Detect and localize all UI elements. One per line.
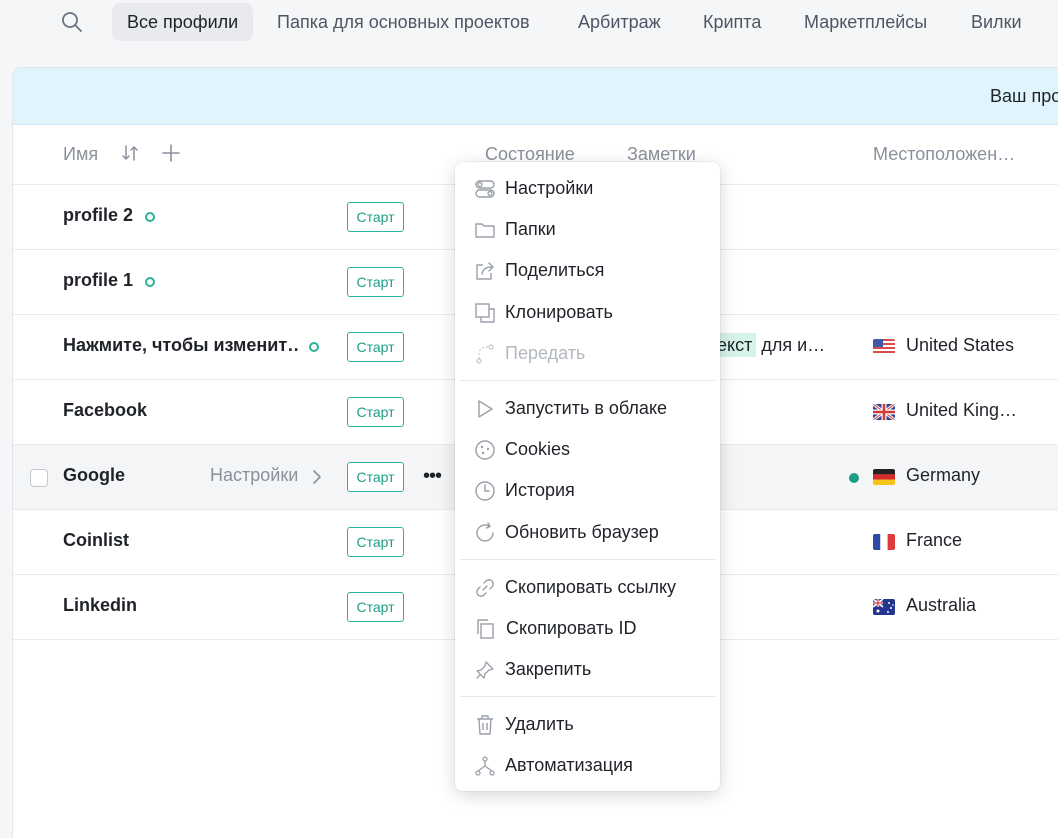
us-flag-icon <box>873 339 895 355</box>
profile-name[interactable]: profile 1 <box>63 270 133 291</box>
profile-name[interactable]: profile 2 <box>63 205 133 226</box>
play-icon <box>478 400 493 418</box>
menu-item-cookies[interactable]: Cookies <box>455 431 720 469</box>
profile-note[interactable]: текст для и… <box>705 333 826 357</box>
transfer-icon <box>476 344 494 364</box>
start-button[interactable]: Старт <box>347 397 404 427</box>
menu-item-clone[interactable]: Клонировать <box>455 294 720 332</box>
germany-flag-icon <box>873 469 895 485</box>
sort-icon[interactable] <box>120 143 140 163</box>
menu-item-label: Скопировать ссылку <box>505 577 677 597</box>
profile-name[interactable]: Coinlist <box>63 530 129 551</box>
profile-name[interactable]: Google <box>63 465 125 486</box>
menu-item-copy-id[interactable]: Скопировать ID <box>455 610 720 648</box>
row-checkbox[interactable] <box>30 469 48 487</box>
location-text: United King… <box>906 400 1018 420</box>
menu-item-label: Папки <box>505 219 556 239</box>
menu-item-transfer: Передать <box>455 335 720 373</box>
profile-tabs-bar: Все профили Папка для основных проектов … <box>0 0 1058 48</box>
menu-item-delete[interactable]: Удалить <box>455 706 720 744</box>
menu-item-update-browser[interactable]: Обновить браузер <box>455 514 720 552</box>
tab-all-profiles[interactable]: Все профили <box>112 3 254 41</box>
tab-arbitrage[interactable]: Арбитраж <box>578 3 661 41</box>
add-column-icon[interactable] <box>161 143 181 163</box>
trash-icon <box>477 715 493 735</box>
note-text: для и… <box>756 335 826 355</box>
settings-toggle-icon <box>475 180 495 198</box>
column-name[interactable]: Имя <box>63 144 98 165</box>
link-icon <box>476 579 494 597</box>
start-button[interactable]: Старт <box>347 332 404 362</box>
uk-flag-icon <box>873 404 895 420</box>
online-status-dot <box>145 212 155 222</box>
menu-item-label: Удалить <box>505 714 574 734</box>
menu-item-share[interactable]: Поделиться <box>455 252 720 290</box>
tab-marketplaces[interactable]: Маркетплейсы <box>804 3 927 41</box>
australia-flag-icon <box>873 599 895 615</box>
profile-context-menu: Настройки Папки Поделиться Клонировать П… <box>455 162 720 791</box>
location-text: United States <box>906 335 1015 355</box>
menu-item-label: Обновить браузер <box>505 522 659 542</box>
clone-icon <box>475 303 495 323</box>
start-button[interactable]: Старт <box>347 592 404 622</box>
menu-item-settings[interactable]: Настройки <box>455 170 720 208</box>
automation-icon <box>475 756 495 776</box>
profile-name[interactable]: Нажмите, чтобы изменит… <box>63 335 298 356</box>
menu-item-automation[interactable]: Автоматизация <box>455 747 720 785</box>
online-status-dot <box>145 277 155 287</box>
start-button[interactable]: Старт <box>347 462 404 492</box>
menu-divider <box>460 559 715 560</box>
search-icon[interactable] <box>61 11 83 33</box>
tab-main-projects-folder[interactable]: Папка для основных проектов <box>277 3 530 41</box>
folder-icon <box>475 223 495 238</box>
menu-item-folders[interactable]: Папки <box>455 211 720 249</box>
menu-item-run-in-cloud[interactable]: Запустить в облаке <box>455 390 720 428</box>
proxy-status-dot <box>849 473 859 483</box>
banner-text: Ваш про <box>990 86 1058 106</box>
location-text: Australia <box>906 595 977 615</box>
location-text: France <box>906 530 963 550</box>
refresh-icon <box>476 522 494 542</box>
menu-item-label: Передать <box>505 343 586 363</box>
menu-item-label: Запустить в облаке <box>505 398 668 418</box>
profile-name[interactable]: Facebook <box>63 400 147 421</box>
menu-divider <box>460 696 715 697</box>
share-icon <box>476 262 494 280</box>
location-text: Germany <box>906 465 981 485</box>
more-options-icon[interactable]: ••• <box>423 465 442 488</box>
menu-item-label: История <box>505 480 575 500</box>
tab-forks[interactable]: Вилки <box>971 3 1022 41</box>
profile-name[interactable]: Linkedin <box>63 595 137 616</box>
copy-icon <box>477 619 494 639</box>
column-location[interactable]: Местоположен… <box>873 144 1015 165</box>
row-settings-link[interactable]: Настройки <box>210 465 298 486</box>
france-flag-icon <box>873 534 895 550</box>
menu-divider <box>460 380 715 381</box>
menu-item-pin[interactable]: Закрепить <box>455 651 720 689</box>
menu-item-history[interactable]: История <box>455 472 720 510</box>
online-status-dot <box>309 342 319 352</box>
clock-icon <box>475 481 495 501</box>
start-button[interactable]: Старт <box>347 527 404 557</box>
chevron-right-icon <box>313 470 321 484</box>
start-button[interactable]: Старт <box>347 202 404 232</box>
menu-item-copy-link[interactable]: Скопировать ссылку <box>455 569 720 607</box>
menu-item-label: Cookies <box>505 439 571 459</box>
menu-item-label: Скопировать ID <box>506 618 637 638</box>
menu-item-label: Настройки <box>505 178 594 198</box>
pin-icon <box>476 661 494 679</box>
menu-item-label: Закрепить <box>505 659 592 679</box>
menu-item-label: Клонировать <box>505 302 613 322</box>
start-button[interactable]: Старт <box>347 267 404 297</box>
menu-item-label: Поделиться <box>505 260 605 280</box>
menu-item-label: Автоматизация <box>505 755 633 775</box>
tab-crypto[interactable]: Крипта <box>703 3 761 41</box>
info-banner: Ваш про <box>13 68 1058 125</box>
cookie-icon <box>475 440 495 460</box>
